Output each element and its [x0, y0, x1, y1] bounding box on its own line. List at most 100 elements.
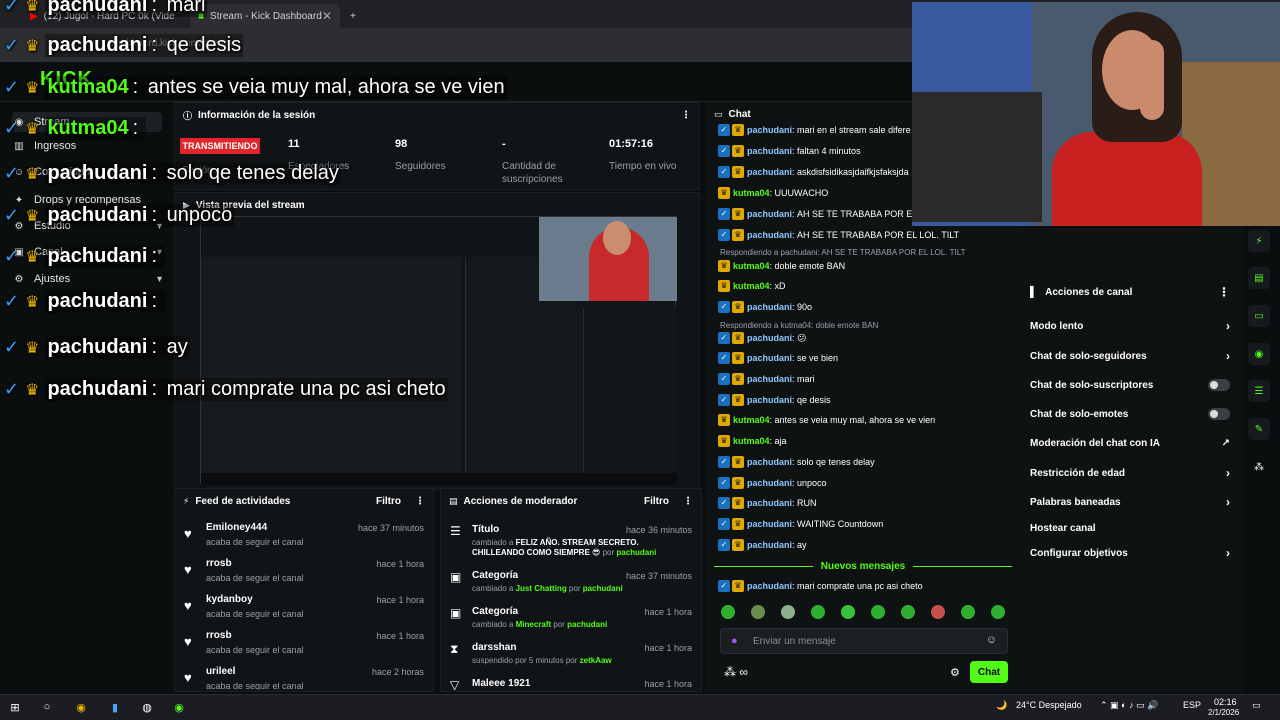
heart-icon: ♥ [184, 598, 192, 613]
more-icon[interactable]: ⋮ [681, 110, 691, 121]
rail-apps-button[interactable]: ⁂ [1248, 456, 1270, 478]
chat-input[interactable]: ● Enviar un mensaje ☺ [720, 628, 1008, 654]
category-icon: ▣ [450, 570, 462, 584]
chrome-active-icon[interactable]: ◉ [170, 698, 188, 716]
notification-icon[interactable]: ▭ [1252, 700, 1261, 711]
new-messages-divider[interactable]: Nuevos mensajes [714, 560, 1012, 572]
tray-icons[interactable]: ⌃ ▣ ◐ ♪ ▭ 🔊 [1100, 700, 1158, 711]
verified-badge-icon: ✓ [718, 145, 730, 157]
chat-username[interactable]: pachudani [747, 333, 792, 343]
chat-username[interactable]: kutma04 [733, 436, 770, 446]
list-icon: ☰ [1254, 385, 1264, 397]
channel-action-item[interactable]: Chat de solo-suscriptores [1030, 376, 1230, 394]
chat-username[interactable]: pachudani [747, 395, 792, 405]
emote-icon[interactable] [721, 605, 735, 619]
chat-username[interactable]: pachudani [747, 146, 792, 156]
chat-text: doble emote BAN [774, 261, 846, 271]
feed-filter-button[interactable]: Filtro [376, 496, 401, 507]
crown-icon: ♛ [25, 207, 40, 225]
channel-action-item[interactable]: Chat de solo-seguidores › [1030, 347, 1230, 365]
chat-username[interactable]: kutma04 [733, 261, 770, 271]
preview-nested-actions [583, 307, 677, 485]
chat-username[interactable]: pachudani [747, 540, 792, 550]
stream-preview-video[interactable] [200, 216, 677, 485]
crown-icon: ♛ [732, 229, 744, 241]
mic-icon[interactable]: ● [731, 635, 738, 647]
chat-username[interactable]: kutma04 [733, 415, 770, 425]
emote-icon[interactable] [961, 605, 975, 619]
rail-wrench-button[interactable]: ✎ [1248, 418, 1270, 440]
chat-username[interactable]: kutma04 [733, 281, 770, 291]
toggle-switch[interactable] [1208, 408, 1230, 420]
chat-username[interactable]: kutma04 [733, 188, 770, 198]
chat-message: ✓ ♛ pachudani: se ve bien [718, 350, 1018, 366]
mod-filter-button[interactable]: Filtro [644, 496, 669, 507]
emoji-icon[interactable]: ☺ [986, 634, 997, 646]
emote-icon[interactable] [931, 605, 945, 619]
app-icon[interactable]: ▮ [106, 698, 124, 716]
verified-badge-icon: ✓ [4, 337, 20, 357]
chat-username[interactable]: pachudani [747, 478, 792, 488]
toggle-switch[interactable] [1208, 379, 1230, 391]
emote-icon[interactable] [781, 605, 795, 619]
new-tab-button[interactable]: + [342, 4, 362, 28]
chrome-icon[interactable]: ◉ [72, 698, 90, 716]
chat-username[interactable]: pachudani [747, 498, 792, 508]
browser-tab-kick[interactable]: ■ Stream - Kick Dashboard ✕ [190, 4, 340, 28]
emote-icon[interactable] [841, 605, 855, 619]
emote-icon[interactable] [901, 605, 915, 619]
chat-username[interactable]: pachudani [747, 230, 792, 240]
obs-icon[interactable]: ◍ [138, 698, 156, 716]
more-icon[interactable]: ⋮ [415, 496, 425, 507]
chat-username[interactable]: pachudani [747, 457, 792, 467]
rail-bolt-button[interactable]: ⚡ [1248, 230, 1270, 252]
screen: { "browser": { "tab1": "(12) Jugol - Har… [0, 0, 1280, 720]
close-tab-icon[interactable]: ✕ [322, 9, 332, 23]
channel-action-item[interactable]: Modo lento › [1030, 317, 1230, 335]
channel-action-item[interactable]: Hostear canal [1030, 519, 1230, 537]
external-link-icon: ↗ [1221, 437, 1230, 449]
info-icon: ⓘ [183, 110, 193, 121]
channel-action-item[interactable]: Configurar objetivos › [1030, 544, 1230, 562]
chat-username[interactable]: pachudani [747, 302, 792, 312]
language-indicator[interactable]: ESP [1183, 700, 1201, 710]
crown-icon: ♛ [25, 339, 40, 357]
more-icon[interactable]: ⋮ [683, 496, 693, 507]
infinity-icon[interactable]: ⁂ ∞ [724, 665, 748, 679]
rail-list-button[interactable]: ☰ [1248, 380, 1270, 402]
sidebar-item-ajustes[interactable]: ⚙ Ajustes ▾ [12, 269, 162, 289]
rail-doc-button[interactable]: ▤ [1248, 267, 1270, 289]
channel-action-item[interactable]: Chat de solo-emotes [1030, 405, 1230, 423]
chat-text: ay [797, 540, 807, 550]
verified-badge-icon: ✓ [4, 77, 20, 97]
chat-username[interactable]: pachudani [747, 374, 792, 384]
channel-action-item[interactable]: Restricción de edad › [1030, 464, 1230, 482]
clock-date[interactable]: 2/1/2026 [1208, 708, 1239, 717]
clock-time[interactable]: 02:16 [1214, 697, 1237, 707]
crown-icon: ♛ [732, 539, 744, 551]
chat-username[interactable]: pachudani [747, 209, 792, 219]
crown-icon: ♛ [732, 145, 744, 157]
channel-action-item[interactable]: Moderación del chat con IA ↗ [1030, 434, 1230, 452]
channel-action-item[interactable]: Palabras baneadas › [1030, 493, 1230, 511]
gear-icon[interactable]: ⚙ [950, 666, 960, 679]
search-icon[interactable]: ○ [38, 698, 56, 716]
chat-username[interactable]: pachudani [747, 519, 792, 529]
windows-start-icon[interactable]: ⊞ [6, 698, 24, 716]
rail-chat-button[interactable]: ▭ [1248, 305, 1270, 327]
emote-icon[interactable] [871, 605, 885, 619]
emote-icon[interactable] [991, 605, 1005, 619]
more-icon[interactable]: ⋮ [1218, 285, 1230, 299]
chat-username[interactable]: pachudani [747, 167, 792, 177]
chat-username[interactable]: pachudani [747, 125, 792, 135]
emote-icon[interactable] [751, 605, 765, 619]
rail-broadcast-button[interactable]: ◉ [1248, 343, 1270, 365]
chat-username[interactable]: pachudani [747, 353, 792, 363]
verified-badge-icon: ✓ [718, 208, 730, 220]
weather-text[interactable]: 24°C Despejado [1016, 700, 1082, 710]
chat-text: AH SE TE TRABABA POR EL [797, 209, 918, 219]
emote-icon[interactable] [811, 605, 825, 619]
overlay-chat-line: ✓ ♛ pachudani: [4, 245, 165, 268]
chat-message: ✓ ♛ pachudani: solo qe tenes delay [718, 454, 1018, 470]
chat-send-button[interactable]: Chat [970, 661, 1008, 683]
